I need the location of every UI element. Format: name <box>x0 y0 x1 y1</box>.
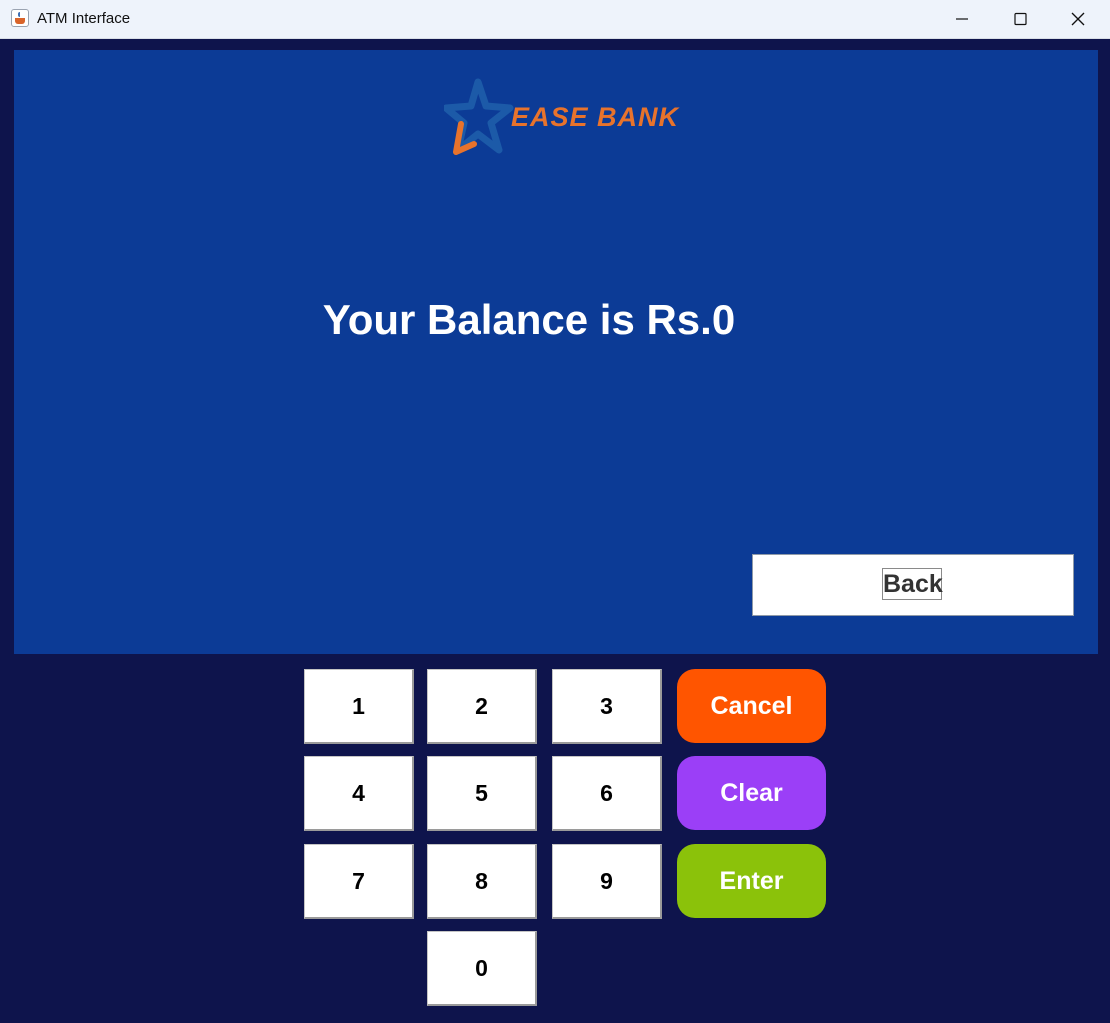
back-button[interactable]: Back <box>752 554 1074 616</box>
atm-screen: EASE BANK Your Balance is Rs.0 Back <box>14 50 1098 654</box>
minimize-icon <box>956 18 968 20</box>
key-5[interactable]: 5 <box>427 756 537 831</box>
key-8[interactable]: 8 <box>427 844 537 919</box>
title-bar: ATM Interface <box>0 0 1110 39</box>
key-7[interactable]: 7 <box>304 844 414 919</box>
cancel-button[interactable]: Cancel <box>677 669 826 743</box>
clear-button[interactable]: Clear <box>677 756 826 830</box>
close-icon <box>1071 12 1085 26</box>
bank-logo: EASE BANK <box>444 78 704 160</box>
balance-message: Your Balance is Rs.0 <box>322 296 736 343</box>
bank-name: EASE BANK <box>511 102 680 132</box>
enter-button[interactable]: Enter <box>677 844 826 918</box>
key-0[interactable]: 0 <box>427 931 537 1006</box>
key-2[interactable]: 2 <box>427 669 537 744</box>
key-1[interactable]: 1 <box>304 669 414 744</box>
star-icon <box>444 78 514 155</box>
key-9[interactable]: 9 <box>552 844 662 919</box>
key-3[interactable]: 3 <box>552 669 662 744</box>
back-button-label: Back <box>882 568 943 600</box>
maximize-button[interactable] <box>992 0 1050 38</box>
key-4[interactable]: 4 <box>304 756 414 831</box>
java-cup-icon <box>11 9 29 27</box>
maximize-icon <box>1014 12 1027 26</box>
minimize-button[interactable] <box>934 0 992 38</box>
key-6[interactable]: 6 <box>552 756 662 831</box>
close-button[interactable] <box>1050 0 1108 38</box>
window-title: ATM Interface <box>37 10 131 27</box>
